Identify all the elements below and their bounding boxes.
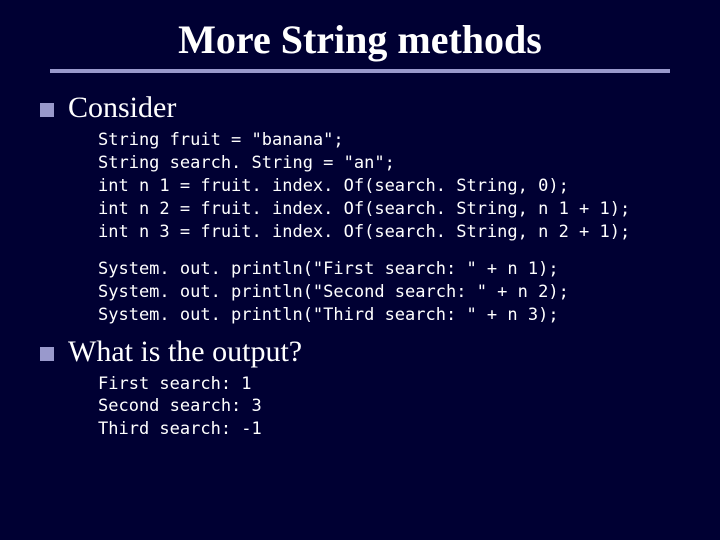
section-consider: Consider String fruit = "banana"; String… (40, 91, 680, 327)
slide-title: More String methods (40, 16, 680, 63)
bullet-row: Consider (40, 91, 680, 125)
bullet-heading: Consider (68, 91, 176, 125)
code-block: First search: 1 Second search: 3 Third s… (98, 373, 680, 442)
square-bullet-icon (40, 347, 54, 361)
section-output: What is the output? First search: 1 Seco… (40, 335, 680, 442)
bullet-heading: What is the output? (68, 335, 302, 369)
code-block: System. out. println("First search: " + … (98, 258, 680, 327)
code-block: String fruit = "banana"; String search. … (98, 129, 680, 244)
slide: More String methods Consider String frui… (0, 0, 720, 540)
bullet-row: What is the output? (40, 335, 680, 369)
title-underline (50, 69, 670, 73)
spacer (40, 244, 680, 258)
square-bullet-icon (40, 103, 54, 117)
